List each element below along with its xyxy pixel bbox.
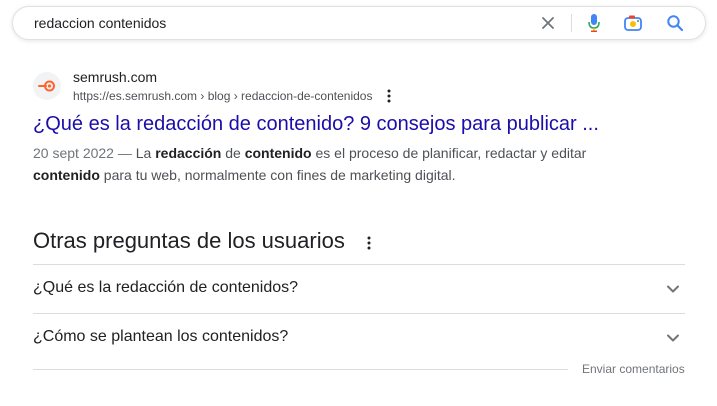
close-icon[interactable]: [538, 13, 558, 33]
paa-question-text: ¿Cómo se plantean los contenidos?: [33, 328, 289, 345]
result-snippet: 20 sept 2022 — La redacción de contenido…: [33, 142, 633, 186]
microphone-icon[interactable]: [584, 13, 604, 33]
chevron-down-icon: [667, 285, 679, 293]
snippet-separator: —: [113, 145, 136, 161]
snippet-date: 20 sept 2022: [33, 145, 114, 161]
snippet-text: de: [221, 145, 245, 161]
paa-question-text: ¿Qué es la redacción de contenidos?: [33, 279, 299, 296]
feedback-link[interactable]: Enviar comentarios: [582, 362, 685, 376]
snippet-text: La: [135, 145, 156, 161]
snippet-highlight: contenido: [33, 167, 100, 183]
search-input[interactable]: [34, 14, 514, 32]
snippet-text: es el proceso de planificar, redactar y …: [311, 145, 587, 161]
snippet-highlight: redacción: [155, 145, 222, 161]
semrush-favicon[interactable]: [33, 72, 61, 100]
paa-more-options-icon[interactable]: [362, 234, 376, 252]
snippet-highlight: contenido: [244, 145, 312, 161]
result-breadcrumb-url[interactable]: https://es.semrush.com › blog › redaccio…: [73, 89, 372, 103]
search-icon[interactable]: [665, 13, 685, 33]
result-more-options-icon[interactable]: [382, 88, 396, 104]
paa-heading: Otras preguntas de los usuarios: [33, 228, 345, 253]
result-site-name[interactable]: semrush.com: [73, 69, 157, 85]
lens-camera-icon[interactable]: [623, 13, 643, 33]
search-bar: [12, 6, 706, 40]
result-title-link[interactable]: ¿Qué es la redacción de contenido? 9 con…: [33, 113, 599, 136]
snippet-text: para tu web, normalmente con fines de ma…: [99, 167, 456, 183]
semrush-logo-icon: [38, 80, 55, 92]
paa-question-item[interactable]: ¿Qué es la redacción de contenidos?: [33, 265, 685, 313]
search-divider: [571, 14, 572, 32]
paa-footer-divider: [33, 369, 568, 370]
paa-question-item[interactable]: ¿Cómo se plantean los contenidos?: [33, 314, 685, 362]
chevron-down-icon: [667, 334, 679, 342]
